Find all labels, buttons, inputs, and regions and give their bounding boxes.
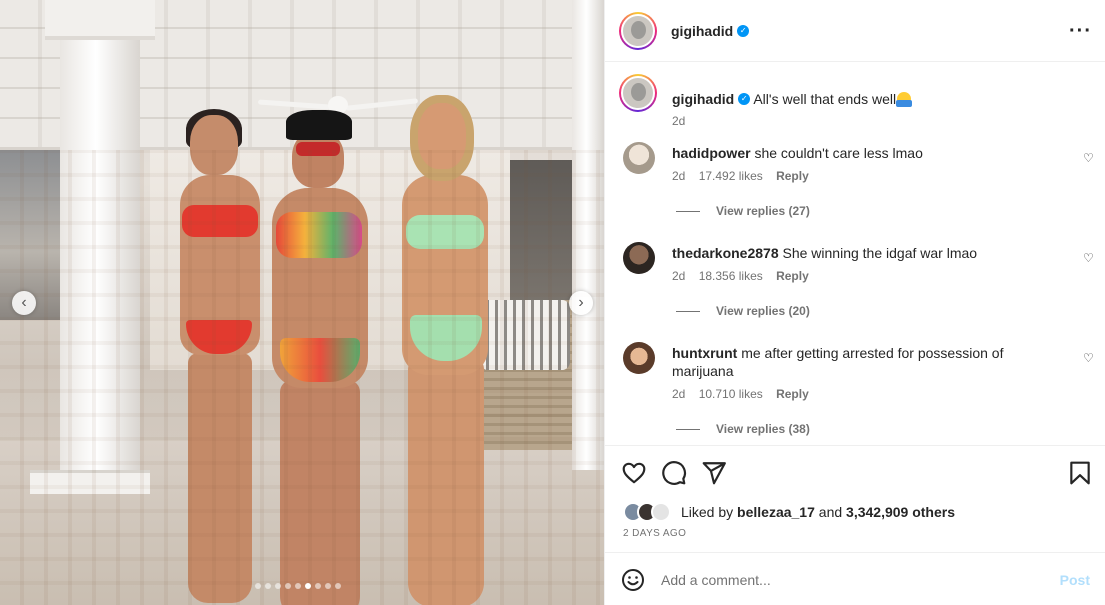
carousel-dot <box>255 583 261 589</box>
view-replies-button[interactable]: View replies (20) <box>676 304 810 318</box>
commenter-username[interactable]: thedarkone2878 <box>672 245 779 261</box>
face-in-clouds-emoji-icon <box>896 92 913 107</box>
carousel-dot <box>315 583 321 589</box>
chevron-left-icon: ‹ <box>21 294 27 311</box>
commenter-avatar[interactable] <box>623 342 655 374</box>
smiley-icon[interactable] <box>621 568 645 592</box>
liked-by-user[interactable]: bellezaa_17 <box>737 504 815 520</box>
verified-badge-icon: ✓ <box>737 24 750 37</box>
comment-time: 2d <box>672 387 686 401</box>
divider-line <box>676 310 700 312</box>
post-media[interactable]: ‹ › <box>0 0 604 605</box>
comment-likes[interactable]: 17.492 likes <box>699 169 763 183</box>
carousel-dot <box>295 583 301 589</box>
add-comment-bar: Post <box>605 552 1105 605</box>
comment-input[interactable] <box>661 571 1060 588</box>
comment-time: 2d <box>672 169 686 183</box>
divider-line <box>676 428 700 430</box>
liked-by-others[interactable]: 3,342,909 others <box>846 504 955 520</box>
reply-button[interactable]: Reply <box>776 169 809 183</box>
liker-avatars <box>623 502 675 522</box>
heart-icon[interactable] <box>621 460 647 486</box>
post-header: gigihadid ✓ ··· <box>605 0 1105 62</box>
bookmark-icon[interactable] <box>1067 460 1093 486</box>
carousel-dots <box>255 583 341 589</box>
carousel-dot <box>325 583 331 589</box>
lattice-shadow <box>0 150 604 605</box>
verified-badge-icon: ✓ <box>738 93 751 106</box>
comment-time: 2d <box>672 269 686 283</box>
comment-heart-icon[interactable]: ♡ <box>1083 352 1095 364</box>
caption-time: 2d <box>672 114 686 128</box>
caption-username[interactable]: gigihadid <box>672 91 734 107</box>
divider-line <box>676 210 700 212</box>
liked-by-prefix: Liked by <box>681 504 734 520</box>
comment-text: she couldn't care less lmao <box>754 145 923 161</box>
post-time-label: 2 DAYS AGO <box>623 528 687 539</box>
comment-meta: 2d 17.492 likes Reply <box>672 169 819 183</box>
carousel-dot <box>335 583 341 589</box>
reply-button[interactable]: Reply <box>776 387 809 401</box>
carousel-dot <box>275 583 281 589</box>
more-options-icon[interactable]: ··· <box>1069 21 1092 41</box>
comment-bubble-icon[interactable] <box>661 460 687 486</box>
comment-likes[interactable]: 18.356 likes <box>699 269 763 283</box>
liked-by-connector: and <box>818 504 843 520</box>
view-replies-button[interactable]: View replies (38) <box>676 422 810 436</box>
action-buttons <box>621 460 1091 486</box>
view-replies-button[interactable]: View replies (27) <box>676 204 810 218</box>
commenter-avatar[interactable] <box>623 242 655 274</box>
chevron-right-icon: › <box>578 294 584 311</box>
author-avatar[interactable] <box>619 11 657 50</box>
carousel-prev-button[interactable]: ‹ <box>12 291 36 315</box>
post-actions: Liked by bellezaa_17 and 3,342,909 other… <box>605 445 1105 605</box>
caption-avatar[interactable] <box>619 74 657 112</box>
carousel-dot <box>305 583 311 589</box>
send-icon[interactable] <box>701 460 727 486</box>
comment-text: She winning the idgaf war lmao <box>782 245 978 261</box>
comments-section[interactable]: gigihadid ✓ All's well that ends well 2d … <box>605 62 1105 445</box>
reply-button[interactable]: Reply <box>776 269 809 283</box>
comment-heart-icon[interactable]: ♡ <box>1083 252 1095 264</box>
comment-heart-icon[interactable]: ♡ <box>1083 152 1095 164</box>
comment-meta: 2d 10.710 likes Reply <box>672 387 819 401</box>
commenter-username[interactable]: hadidpower <box>672 145 751 161</box>
commenter-avatar[interactable] <box>623 142 655 174</box>
pillar-cap <box>45 0 155 40</box>
caption-text: All's well that ends well <box>753 91 897 107</box>
comment-likes[interactable]: 10.710 likes <box>699 387 763 401</box>
commenter-username[interactable]: huntxrunt <box>672 345 737 361</box>
likes-summary[interactable]: Liked by bellezaa_17 and 3,342,909 other… <box>623 502 955 522</box>
carousel-next-button[interactable]: › <box>569 291 593 315</box>
carousel-dot <box>265 583 271 589</box>
carousel-dot <box>285 583 291 589</box>
author-username[interactable]: gigihadid ✓ <box>671 23 750 39</box>
post-panel: gigihadid ✓ ··· gigihadid ✓ All's well tha… <box>604 0 1105 605</box>
post-comment-button[interactable]: Post <box>1060 572 1090 588</box>
comment-meta: 2d 18.356 likes Reply <box>672 269 819 283</box>
